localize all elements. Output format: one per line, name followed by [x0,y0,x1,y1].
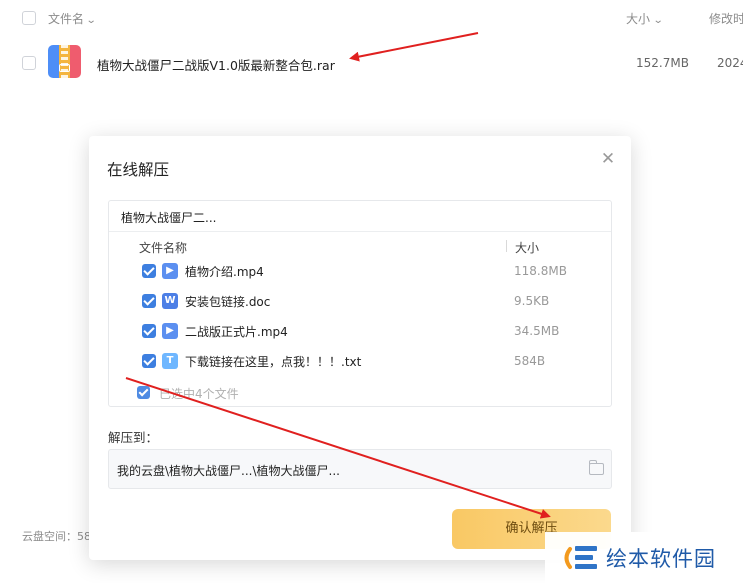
chevron-down-icon: ⌄ [652,15,664,26]
entry-checkbox[interactable] [142,324,156,338]
watermark: 绘本软件园 [545,532,743,583]
watermark-text: 绘本软件园 [606,547,716,571]
archive-tree: 植物大战僵尸二... 文件名称 大小 ▶ 植物介绍.mp4 118.8MB W … [108,200,612,407]
tree-root-folder[interactable]: 植物大战僵尸二... [121,209,216,226]
word-icon: W [162,293,178,309]
divider [109,231,611,232]
tree-column-size: 大小 [515,241,540,255]
file-row[interactable]: 植物大战僵尸二战版V1.0版最新整合包.rar 152.7MB 2024 [0,42,743,86]
select-all-entries-checkbox[interactable] [137,386,150,399]
entry-checkbox[interactable] [142,264,156,278]
file-row-checkbox[interactable] [22,56,36,70]
file-list-header: 文件名 ⌄ 大小 ⌄ 修改时 [0,0,743,36]
dialog-title: 在线解压 [107,161,170,179]
tree-entry[interactable]: ▶ 二战版正式片.mp4 34.5MB [109,316,611,346]
archive-file-icon [48,45,81,78]
extract-to-label: 解压到： [108,430,159,445]
entry-size: 9.5KB [514,294,550,308]
entry-name: 二战版正式片.mp4 [185,325,288,339]
entry-size: 118.8MB [514,264,567,278]
file-name[interactable]: 植物大战僵尸二战版V1.0版最新整合包.rar [97,55,335,74]
extract-dialog: 在线解压 ✕ 植物大战僵尸二... 文件名称 大小 ▶ 植物介绍.mp4 118… [89,136,631,560]
close-icon[interactable]: ✕ [599,150,617,168]
watermark-logo-icon [564,546,597,569]
destination-path-field[interactable]: 我的云盘\植物大战僵尸...\植物大战僵尸... [108,449,612,489]
selected-count-text: 已选中4个文件 [159,387,239,401]
tree-entry[interactable]: ▶ 植物介绍.mp4 118.8MB [109,256,611,286]
select-all-checkbox[interactable] [22,11,36,25]
file-modified: 2024 [717,56,743,70]
tree-entry[interactable]: T 下载链接在这里，点我！！！.txt 584B [109,346,611,376]
column-header-name[interactable]: 文件名 ⌄ [48,10,97,27]
tree-entry[interactable]: W 安装包链接.doc 9.5KB [109,286,611,316]
column-header-modified[interactable]: 修改时 [709,10,743,27]
chevron-down-icon: ⌄ [85,15,97,26]
entry-checkbox[interactable] [142,354,156,368]
video-icon: ▶ [162,323,178,339]
storage-space-label: 云盘空间：58 [22,530,91,543]
destination-path: 我的云盘\植物大战僵尸...\植物大战僵尸... [117,464,340,478]
entry-name: 植物介绍.mp4 [185,265,264,279]
txt-icon: T [162,353,178,369]
entry-size: 584B [514,354,546,368]
file-size: 152.7MB [636,56,689,70]
entry-size: 34.5MB [514,324,560,338]
entry-name: 下载链接在这里，点我！！！.txt [185,355,362,369]
entry-name: 安装包链接.doc [185,295,271,309]
tree-column-name: 文件名称 [139,241,188,255]
column-header-size[interactable]: 大小 ⌄ [626,10,664,27]
folder-icon[interactable] [588,460,604,475]
video-icon: ▶ [162,263,178,279]
entry-checkbox[interactable] [142,294,156,308]
column-separator [506,240,507,252]
